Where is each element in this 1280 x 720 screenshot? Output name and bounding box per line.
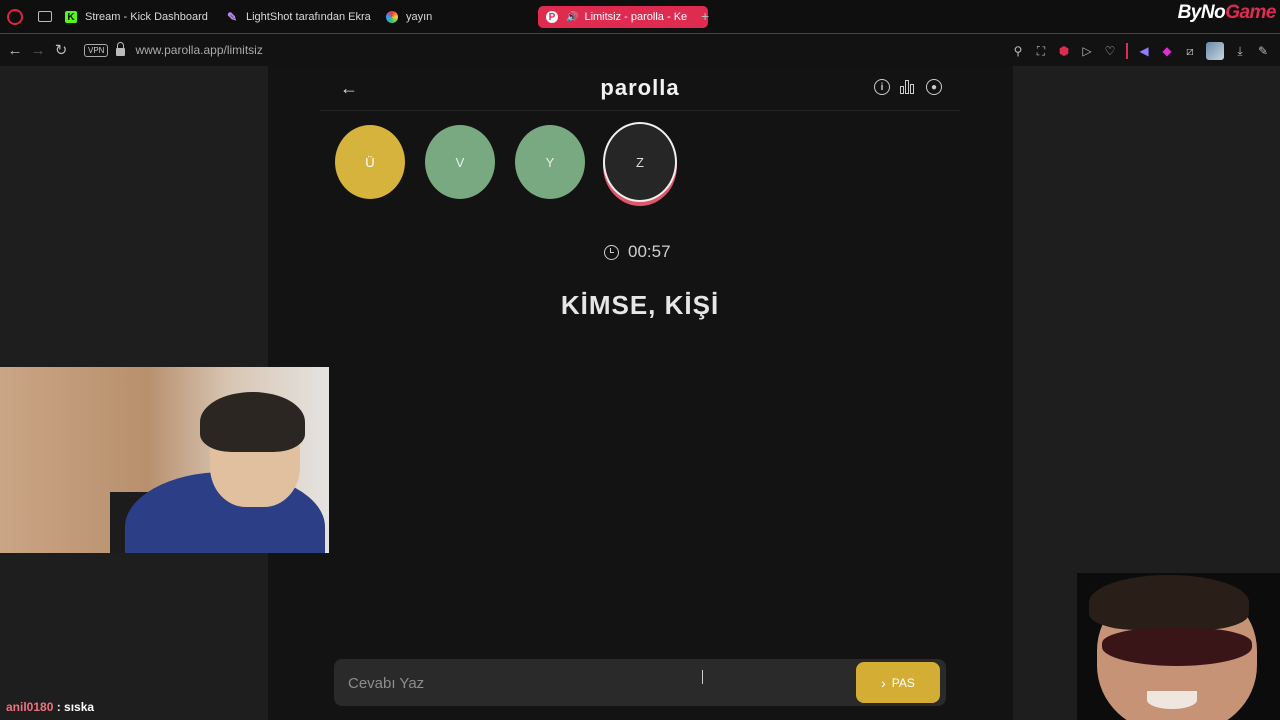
tab-label: yayın — [406, 11, 433, 23]
timer-value: 00:57 — [628, 242, 671, 261]
tab-label: Limitsiz - parolla - Ke — [584, 11, 688, 23]
workspaces-icon[interactable] — [38, 11, 52, 22]
letter-circle-z-current: Z — [603, 122, 677, 202]
chat-message: anil0180 : sıska — [6, 700, 94, 714]
toolbar-separator — [1126, 43, 1128, 59]
text-cursor — [702, 670, 709, 684]
stats-icon[interactable] — [900, 79, 916, 95]
speaker-icon[interactable]: 🔊 — [566, 12, 578, 23]
letter-circle-y: Y — [515, 125, 585, 199]
tab-label: Stream - Kick Dashboard — [85, 11, 208, 23]
pin-icon[interactable]: ⚲ — [1011, 44, 1025, 58]
lock-icon[interactable] — [116, 42, 126, 56]
url-host: www.parolla.app — [135, 43, 224, 57]
info-icon[interactable]: i — [874, 79, 890, 95]
audio-icon[interactable]: ◀ — [1137, 44, 1151, 58]
brand-suffix: Game — [1225, 2, 1276, 23]
chat-separator: : — [53, 700, 65, 714]
play-icon[interactable]: ▷ — [1080, 44, 1094, 58]
tab-yayin[interactable]: yayın — [386, 6, 432, 28]
webcam-streamer — [0, 367, 329, 553]
tab-lightshot[interactable]: ✎ LightShot tarafından Ekra — [226, 6, 371, 28]
clock-icon — [604, 244, 619, 260]
letter-circle-u: Ü — [335, 125, 405, 199]
url-field[interactable]: www.parolla.app/limitsiz — [135, 43, 262, 57]
bynogame-logo: ByNoGame — [1177, 2, 1277, 24]
shield-icon[interactable]: ⬢ — [1057, 44, 1071, 58]
chevron-right-icon: › — [881, 674, 886, 691]
profile-avatar[interactable] — [1206, 42, 1224, 60]
opera-logo-icon[interactable] — [7, 8, 23, 25]
back-arrow-icon[interactable]: ← — [4, 42, 26, 59]
page-title: parolla — [600, 75, 680, 100]
parolla-icon: P — [546, 11, 558, 23]
download-icon[interactable]: ⤓ — [1233, 44, 1247, 58]
reload-icon[interactable]: ↻ — [50, 41, 72, 59]
header-icons: i ● — [874, 79, 942, 95]
pass-button[interactable]: › PAS — [856, 662, 940, 703]
chat-username: anil0180 — [6, 700, 54, 714]
profile-icon[interactable]: ● — [926, 79, 942, 95]
brand-prefix: ByNo — [1177, 2, 1226, 23]
toolbar-extensions: ⚲ ⛶ ⬢ ▷ ♡ ◀ ◆ ⧄ ⤓ ✎ — [1011, 42, 1270, 60]
kick-icon: K — [65, 11, 77, 23]
chat-text: sıska — [64, 700, 95, 714]
address-bar: ← → ↻ VPN www.parolla.app/limitsiz ⚲ ⛶ ⬢… — [0, 34, 1280, 66]
letter-circle-v: V — [425, 125, 495, 199]
pass-label: PAS — [891, 675, 915, 690]
vpn-badge[interactable]: VPN — [84, 43, 109, 57]
tab-label: LightShot tarafından Ekra — [246, 11, 371, 23]
webcam-overlay-image — [1077, 573, 1280, 720]
snapshot-icon[interactable]: ⛶ — [1034, 44, 1048, 58]
edit-icon[interactable]: ✎ — [1256, 44, 1270, 58]
answer-bar: › PAS — [334, 659, 946, 708]
tab-kick-dashboard[interactable]: K Stream - Kick Dashboard — [65, 6, 208, 28]
new-tab-button[interactable]: + — [701, 8, 709, 24]
timer: 00:57 — [604, 242, 671, 262]
tab-parolla-active[interactable]: P 🔊 Limitsiz - parolla - Ke — [538, 6, 708, 28]
answer-input[interactable] — [346, 659, 850, 708]
url-path: /limitsiz — [223, 43, 263, 57]
color-wheel-icon — [386, 11, 398, 23]
game-header: ← parolla i ● — [320, 66, 960, 111]
clue-text: KİMSE, KİŞİ — [560, 290, 720, 320]
extension-icon[interactable]: ◆ — [1160, 44, 1174, 58]
heart-icon[interactable]: ♡ — [1103, 44, 1117, 58]
easy-setup-icon[interactable]: ⧄ — [1183, 44, 1197, 58]
lightshot-icon: ✎ — [226, 10, 238, 24]
forward-arrow-icon[interactable]: → — [27, 42, 49, 59]
